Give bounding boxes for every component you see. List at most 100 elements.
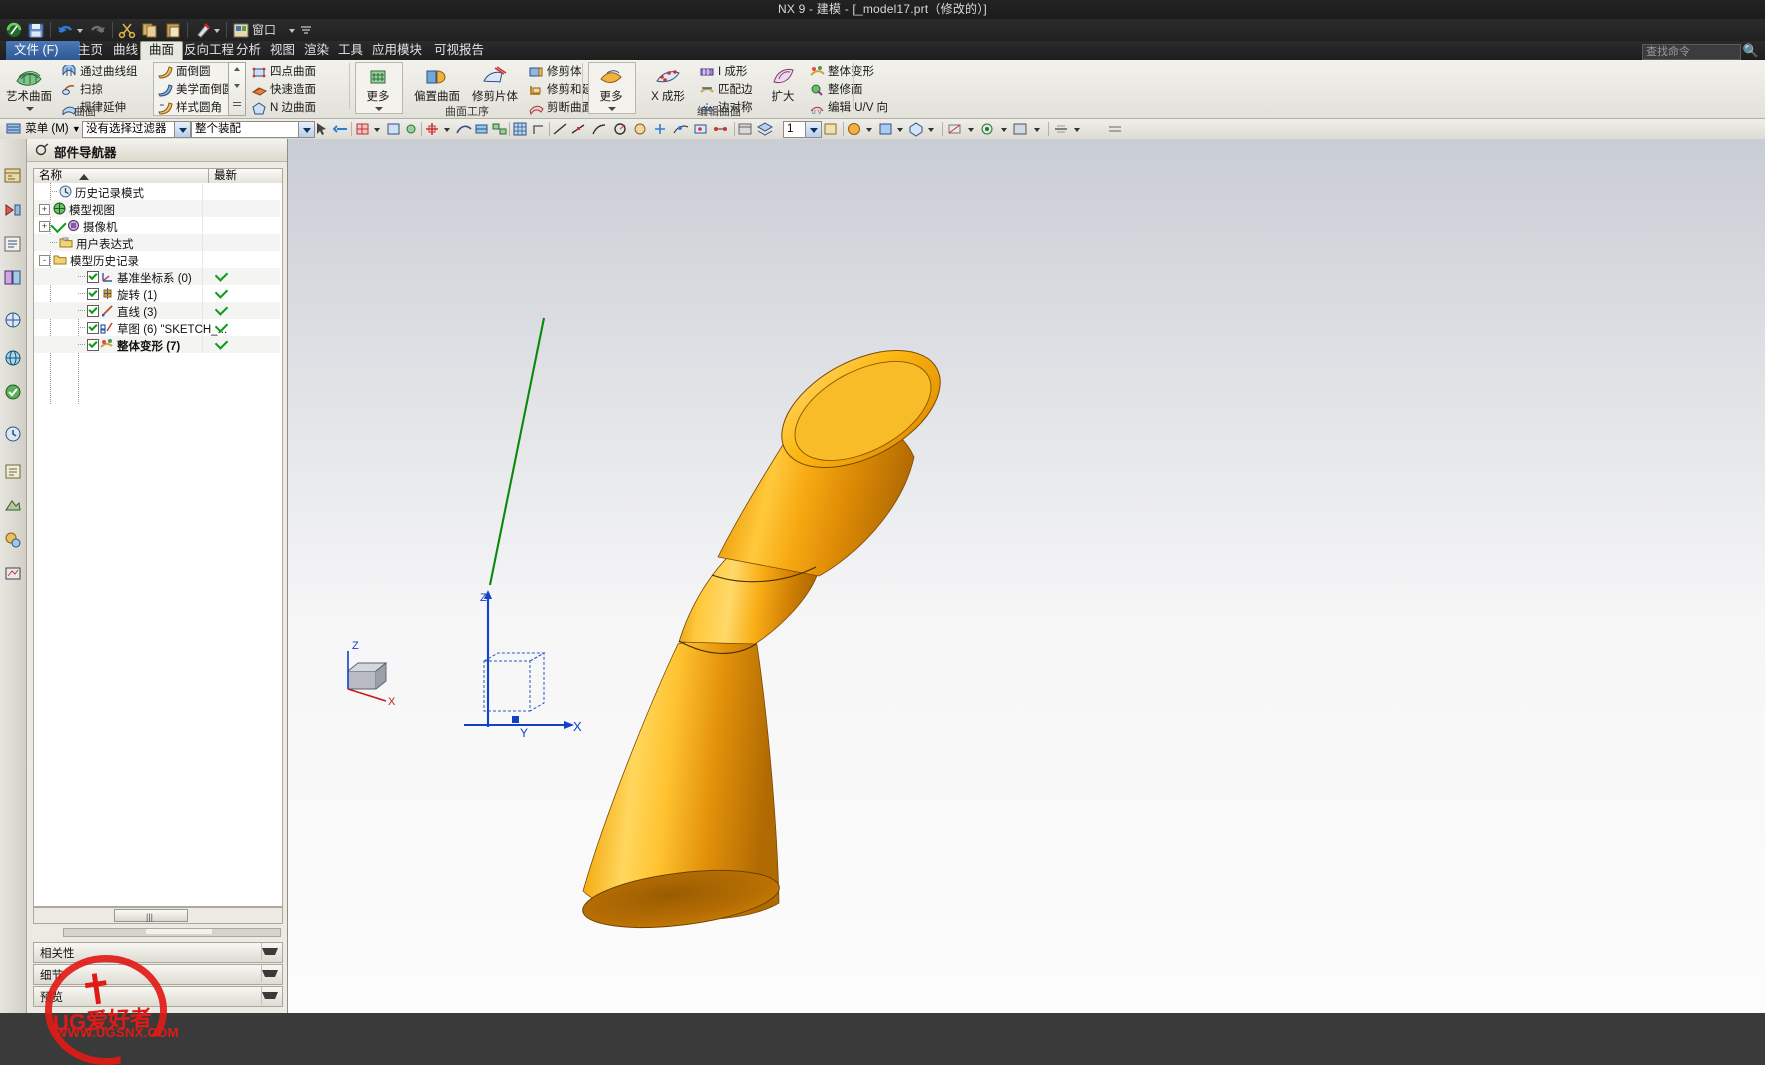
global-shaping-button[interactable]: 整体变形 <box>808 64 874 80</box>
model-canvas[interactable]: X Y Z Z X <box>288 139 1765 1013</box>
expander-icon[interactable]: + <box>39 204 50 215</box>
select-face-dropdown-icon[interactable] <box>372 121 382 137</box>
table-row[interactable]: 草图 (6) "SKETCH_... <box>34 319 280 336</box>
background-icon[interactable] <box>1012 121 1030 137</box>
table-row[interactable]: 直线 (3) <box>34 302 280 319</box>
show-all-icon[interactable] <box>979 121 997 137</box>
i-form-button[interactable]: I 成形 <box>698 64 747 80</box>
cut-icon[interactable] <box>117 21 137 39</box>
panel-splitter-scrollbar[interactable] <box>63 928 281 937</box>
chevron-down-icon[interactable] <box>262 948 278 961</box>
window-icon[interactable] <box>231 21 251 39</box>
follow-fillet-icon[interactable] <box>531 121 549 137</box>
reshape-face-button[interactable]: 整修面 <box>808 82 863 98</box>
snap-tangent-icon[interactable] <box>590 121 608 137</box>
layer-number-dropdown-icon[interactable] <box>805 122 821 137</box>
hide-icon[interactable] <box>946 121 964 137</box>
search-icon[interactable]: 🔍 <box>1743 44 1759 58</box>
gallery-scroll-up[interactable] <box>229 63 245 80</box>
chevron-down-icon[interactable] <box>262 992 278 1005</box>
more-commands-icon[interactable] <box>1052 121 1070 137</box>
stop-at-intersection-icon[interactable] <box>512 121 530 137</box>
render-style-dropdown-icon[interactable] <box>864 121 874 137</box>
show-all-dropdown-icon[interactable] <box>999 121 1009 137</box>
qa-customize-icon[interactable] <box>300 21 312 39</box>
snap-point-dropdown-icon[interactable] <box>442 121 452 137</box>
column-divider[interactable] <box>208 169 209 184</box>
paste-icon[interactable] <box>163 21 183 39</box>
four-point-surface-button[interactable]: 四点曲面 <box>250 64 316 80</box>
nx-logo-icon[interactable] <box>4 21 24 39</box>
selection-scope-combo[interactable]: 整个装配 <box>191 121 315 138</box>
view-triad[interactable]: Z X <box>347 640 396 708</box>
tab-visual-report[interactable]: 可视报告 <box>426 41 492 60</box>
snap-between-points-icon[interactable] <box>712 121 730 137</box>
sweep-button[interactable]: 扫掠 <box>60 82 103 98</box>
dependencies-panel[interactable]: 相关性 <box>33 942 283 963</box>
layer-number-combo[interactable]: 1 <box>783 121 822 138</box>
tree-horizontal-scrollbar[interactable]: ||| <box>33 907 283 924</box>
rail-assembly-navigator-icon[interactable] <box>2 163 24 189</box>
shaded-icon[interactable] <box>877 121 895 137</box>
table-row[interactable]: 整体变形 (7) <box>34 336 280 353</box>
column-status-header[interactable]: 最新 <box>214 169 237 184</box>
snap-intersection-icon[interactable] <box>552 121 570 137</box>
rail-system-materials-icon[interactable] <box>2 527 24 553</box>
selection-scope-dropdown-icon[interactable] <box>298 122 314 137</box>
trim-body-button[interactable]: 修剪体 <box>527 64 582 80</box>
table-row[interactable]: 用户表达式 <box>34 234 280 251</box>
copy-icon[interactable] <box>140 21 160 39</box>
feature-visibility-checkbox[interactable] <box>87 288 99 300</box>
face-blend-button[interactable]: 面倒圆 <box>156 64 211 80</box>
gallery-scroll-down[interactable] <box>229 80 245 97</box>
view-orient-icon[interactable] <box>908 121 926 137</box>
expander-icon[interactable]: - <box>39 255 50 266</box>
details-panel[interactable]: 细节 <box>33 964 283 985</box>
rail-hd3d-tools-icon[interactable] <box>2 307 24 333</box>
sort-ascending-icon[interactable] <box>79 174 89 180</box>
table-row[interactable]: 历史记录模式 <box>34 183 280 200</box>
table-row[interactable]: 旋转 (1) <box>34 285 280 302</box>
paint-icon[interactable] <box>192 21 212 39</box>
undo-icon[interactable] <box>55 21 75 39</box>
curve-rule-icon[interactable] <box>455 121 473 137</box>
rail-history-icon[interactable] <box>2 421 24 447</box>
rail-web-browser-icon[interactable] <box>2 345 24 371</box>
splitter-thumb[interactable] <box>146 929 212 934</box>
match-edge-button[interactable]: 匹配边 <box>698 82 753 98</box>
window-dropdown-icon[interactable] <box>287 21 297 39</box>
redo-icon[interactable] <box>88 21 108 39</box>
search-command-input[interactable]: 查找命令 <box>1642 44 1741 60</box>
background-dropdown-icon[interactable] <box>1032 121 1042 137</box>
hide-dropdown-icon[interactable] <box>966 121 976 137</box>
aesthetic-face-blend-button[interactable]: 美学面倒圆 <box>156 82 234 98</box>
selection-filter-dropdown-icon[interactable] <box>174 122 190 137</box>
layer-settings-icon[interactable] <box>756 121 775 137</box>
snap-existing-point-icon[interactable] <box>652 121 670 137</box>
select-edge-icon[interactable] <box>385 121 403 137</box>
feature-visibility-checkbox[interactable] <box>87 322 99 334</box>
snap-point-icon[interactable] <box>424 121 442 137</box>
rail-part-navigator-icon[interactable] <box>2 231 24 257</box>
feature-visibility-checkbox[interactable] <box>87 339 99 351</box>
paint-dropdown-icon[interactable] <box>212 21 222 39</box>
select-vertex-icon[interactable] <box>403 121 421 137</box>
deselect-icon[interactable] <box>332 121 351 137</box>
more-commands-dropdown-icon[interactable] <box>1072 121 1082 137</box>
graphics-viewport[interactable]: X Y Z Z X <box>288 139 1765 1013</box>
quick-surface-button[interactable]: 快速造面 <box>250 82 316 98</box>
rail-reuse-library-icon[interactable] <box>2 265 24 291</box>
snap-arc-center-icon[interactable] <box>612 121 630 137</box>
table-row[interactable]: - 模型历史记录 <box>34 251 280 268</box>
feature-group-icon[interactable] <box>737 121 755 137</box>
expander-icon[interactable]: + <box>39 221 50 232</box>
select-face-icon[interactable] <box>354 121 372 137</box>
window-menu-label[interactable]: 窗口 <box>252 22 276 38</box>
column-name-header[interactable]: 名称 <box>39 169 62 184</box>
view-orient-dropdown-icon[interactable] <box>926 121 936 137</box>
rail-constraint-navigator-icon[interactable] <box>2 197 24 223</box>
rail-system-visual-icon[interactable] <box>2 561 24 587</box>
render-style-icon[interactable] <box>846 121 864 137</box>
table-row[interactable]: 基准坐标系 (0) <box>34 268 280 285</box>
feature-tree[interactable]: 历史记录模式 + 模型视图 + 摄像机 用户表达式 - 模型历史记录 基准坐标系… <box>33 183 283 907</box>
